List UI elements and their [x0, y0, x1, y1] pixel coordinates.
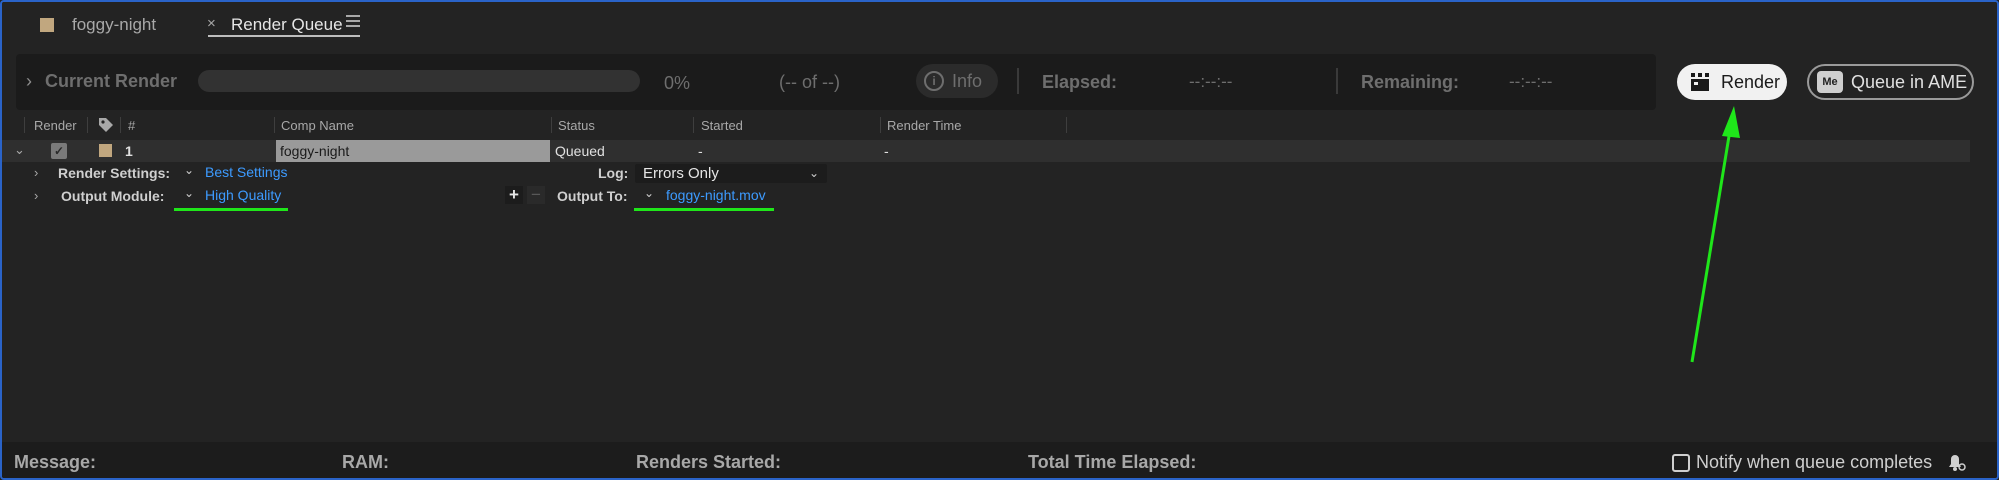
row-render-time: - [884, 143, 889, 159]
annotation-underline [634, 208, 774, 211]
bell-settings-icon[interactable] [1945, 451, 1967, 473]
column-header-render[interactable]: Render [34, 118, 77, 133]
panel-menu-icon[interactable] [346, 15, 360, 29]
chevron-down-icon[interactable]: ⌄ [14, 142, 25, 158]
queue-in-ame-label: Queue in AME [1851, 71, 1968, 92]
divider [1336, 68, 1338, 94]
annotation-arrow [1690, 106, 1740, 363]
current-render-bar: › Current Render 0% (-- of --) i Info El… [16, 54, 1656, 110]
chevron-down-icon[interactable]: ⌄ [184, 186, 194, 200]
chevron-right-icon[interactable]: › [34, 165, 38, 180]
info-label: Info [952, 70, 983, 91]
column-divider [24, 117, 25, 133]
renders-started-label: Renders Started: [636, 452, 782, 472]
log-dropdown[interactable]: Errors Only ⌄ [635, 164, 827, 183]
message-label: Message: [14, 452, 97, 472]
row-comp-name[interactable]: foggy-night [276, 140, 550, 162]
annotation-underline [174, 208, 288, 211]
active-tab-indicator [208, 35, 360, 37]
column-header-status[interactable]: Status [558, 118, 595, 133]
media-encoder-icon: Me [1817, 71, 1843, 93]
render-button-label: Render [1721, 71, 1781, 92]
panel-tab-bar: foggy-night × Render Queue [2, 2, 1997, 46]
notify-checkbox[interactable]: Notify when queue completes [1672, 452, 1932, 473]
render-settings-label: Render Settings: [58, 165, 171, 181]
output-module-label: Output Module: [61, 188, 165, 204]
chevron-down-icon[interactable]: ⌄ [184, 163, 194, 177]
tab-label: foggy-night [72, 15, 157, 34]
total-time-elapsed-label: Total Time Elapsed: [1028, 452, 1197, 472]
elapsed-label: Elapsed: [1042, 72, 1118, 92]
column-divider [274, 117, 275, 133]
close-icon[interactable]: × [207, 15, 216, 32]
render-progress-bar [198, 70, 640, 92]
column-divider [693, 117, 694, 133]
row-started: - [698, 143, 703, 159]
label-color-swatch[interactable] [99, 144, 112, 157]
queue-in-ame-button[interactable]: Me Queue in AME [1807, 64, 1974, 100]
render-checkbox[interactable]: ✓ [51, 143, 67, 159]
checkbox[interactable] [1672, 453, 1690, 472]
column-divider [1066, 117, 1067, 133]
info-button[interactable]: i Info [916, 64, 998, 98]
output-module-link[interactable]: High Quality [205, 187, 281, 203]
chevron-down-icon: ⌄ [808, 166, 819, 180]
table-row[interactable]: ⌄ ✓ 1 foggy-night Queued - - [2, 140, 1970, 162]
chevron-right-icon[interactable]: › [26, 71, 32, 92]
status-footer: Message: RAM: Renders Started: Total Tim… [2, 442, 1997, 478]
render-settings-link[interactable]: Best Settings [205, 164, 288, 180]
log-dropdown-value: Errors Only [643, 165, 719, 182]
tab-label: Render Queue [231, 15, 343, 34]
remove-output-module-button[interactable]: − [527, 186, 545, 204]
column-divider [551, 117, 552, 133]
column-divider [120, 117, 121, 133]
column-divider [880, 117, 881, 133]
comp-color-swatch [40, 18, 54, 32]
column-divider [87, 117, 88, 133]
current-render-label: Current Render [45, 71, 178, 91]
progress-percent: 0% [664, 73, 691, 93]
chevron-down-icon[interactable]: ⌄ [644, 186, 654, 200]
remaining-label: Remaining: [1361, 72, 1460, 92]
output-to-label: Output To: [557, 188, 628, 204]
tab-foggy-night[interactable]: foggy-night [40, 12, 156, 38]
column-header-started[interactable]: Started [701, 118, 743, 133]
add-output-module-button[interactable]: + [505, 186, 523, 204]
render-count: (-- of --) [779, 72, 840, 92]
render-button[interactable]: Render [1677, 64, 1787, 100]
label-tag-icon[interactable] [98, 117, 114, 133]
chevron-right-icon[interactable]: › [34, 188, 38, 203]
row-status: Queued [555, 143, 605, 159]
column-header-comp-name[interactable]: Comp Name [281, 118, 354, 133]
notify-label: Notify when queue completes [1696, 452, 1933, 472]
render-queue-panel: foggy-night × Render Queue › Current Ren… [0, 0, 1999, 480]
clapperboard-icon [1691, 73, 1709, 91]
output-module-controls: + − [505, 186, 549, 204]
column-header-render-time[interactable]: Render Time [887, 118, 961, 133]
ram-label: RAM: [342, 452, 389, 472]
remaining-value: --:--:-- [1509, 72, 1553, 91]
output-to-link[interactable]: foggy-night.mov [666, 187, 766, 203]
column-header-number[interactable]: # [128, 118, 135, 133]
row-number: 1 [125, 143, 133, 159]
elapsed-value: --:--:-- [1189, 72, 1233, 91]
divider [1017, 68, 1019, 94]
info-icon: i [924, 71, 944, 91]
log-label: Log: [598, 165, 629, 181]
